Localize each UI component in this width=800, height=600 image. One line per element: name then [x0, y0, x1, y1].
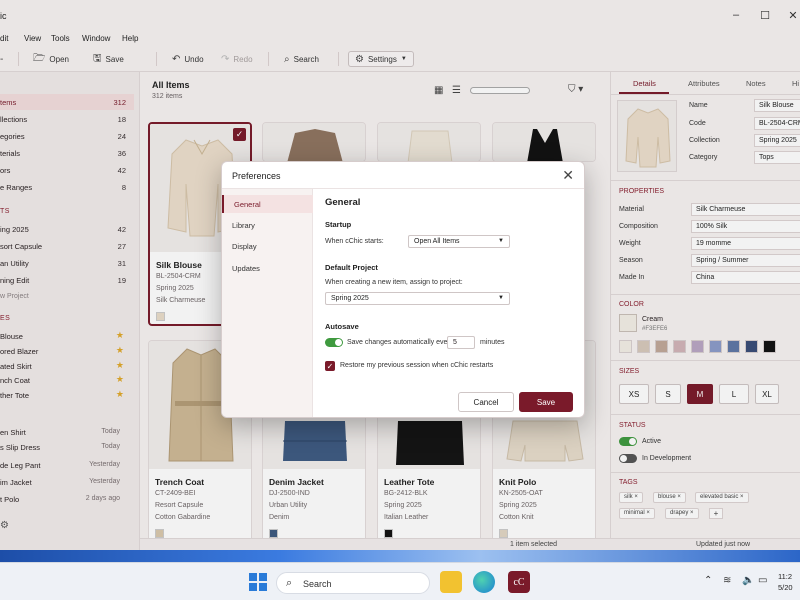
chevron-up-icon[interactable]: ⌃ — [704, 575, 712, 586]
nav-display[interactable]: Display — [222, 237, 313, 255]
preferences-nav: General Library Display Updates — [222, 189, 313, 417]
file-explorer-icon[interactable] — [440, 571, 462, 593]
cchic-app-icon[interactable]: cC — [508, 571, 530, 593]
startup-heading: Startup — [325, 220, 352, 229]
dialog-title: Preferences — [232, 171, 281, 181]
startup-label: When cChic starts: — [325, 238, 384, 245]
chevron-down-icon: ▼ — [498, 295, 504, 301]
nav-general[interactable]: General — [222, 195, 313, 213]
save-button[interactable]: Save — [519, 392, 573, 412]
close-icon[interactable]: ✕ — [562, 167, 574, 184]
section-heading: General — [325, 197, 361, 208]
clock-time: 11:2 — [778, 572, 793, 581]
app-window: ic – ☐ ✕ dit View Tools Window Help - 🗁 O… — [0, 0, 800, 550]
default-project-label: When creating a new item, assign to proj… — [325, 279, 463, 286]
system-clock[interactable]: 11:2 5/20 — [778, 571, 793, 593]
nav-library[interactable]: Library — [222, 216, 313, 234]
edge-browser-icon[interactable] — [473, 571, 495, 593]
windows-start-icon[interactable] — [249, 573, 267, 591]
taskbar-search-label: Search — [303, 579, 332, 589]
battery-icon[interactable]: ▭ — [758, 575, 767, 586]
default-project-select[interactable]: Spring 2025 ▼ — [325, 292, 510, 305]
default-project-heading: Default Project — [325, 263, 378, 272]
volume-icon[interactable]: 🔈 — [742, 575, 754, 586]
wifi-icon[interactable]: ≋ — [723, 575, 731, 586]
autosave-heading: Autosave — [325, 322, 359, 331]
autosave-minutes-input[interactable]: 5 — [447, 336, 475, 349]
restore-session-checkbox[interactable]: ✓ — [325, 361, 335, 371]
autosave-toggle[interactable] — [325, 338, 343, 347]
autosave-unit: minutes — [480, 339, 505, 346]
taskbar: ⌕ Search cC ⌃ ≋ 🔈 ▭ 11:2 5/20 — [0, 562, 800, 600]
chevron-down-icon: ▼ — [498, 238, 504, 244]
autosave-label: Save changes automatically every — [347, 339, 454, 346]
project-value: Spring 2025 — [331, 295, 369, 302]
startup-select[interactable]: Open All Items ▼ — [408, 235, 510, 248]
startup-value: Open All Items — [414, 238, 460, 245]
restore-session-label: Restore my previous session when cChic r… — [340, 362, 494, 369]
preferences-dialog: Preferences ✕ General Library Display Up… — [221, 161, 585, 418]
taskbar-search[interactable]: ⌕ Search — [276, 572, 430, 594]
cancel-button[interactable]: Cancel — [458, 392, 514, 412]
clock-date: 5/20 — [778, 583, 793, 592]
nav-updates[interactable]: Updates — [222, 259, 313, 277]
search-icon: ⌕ — [286, 577, 293, 589]
